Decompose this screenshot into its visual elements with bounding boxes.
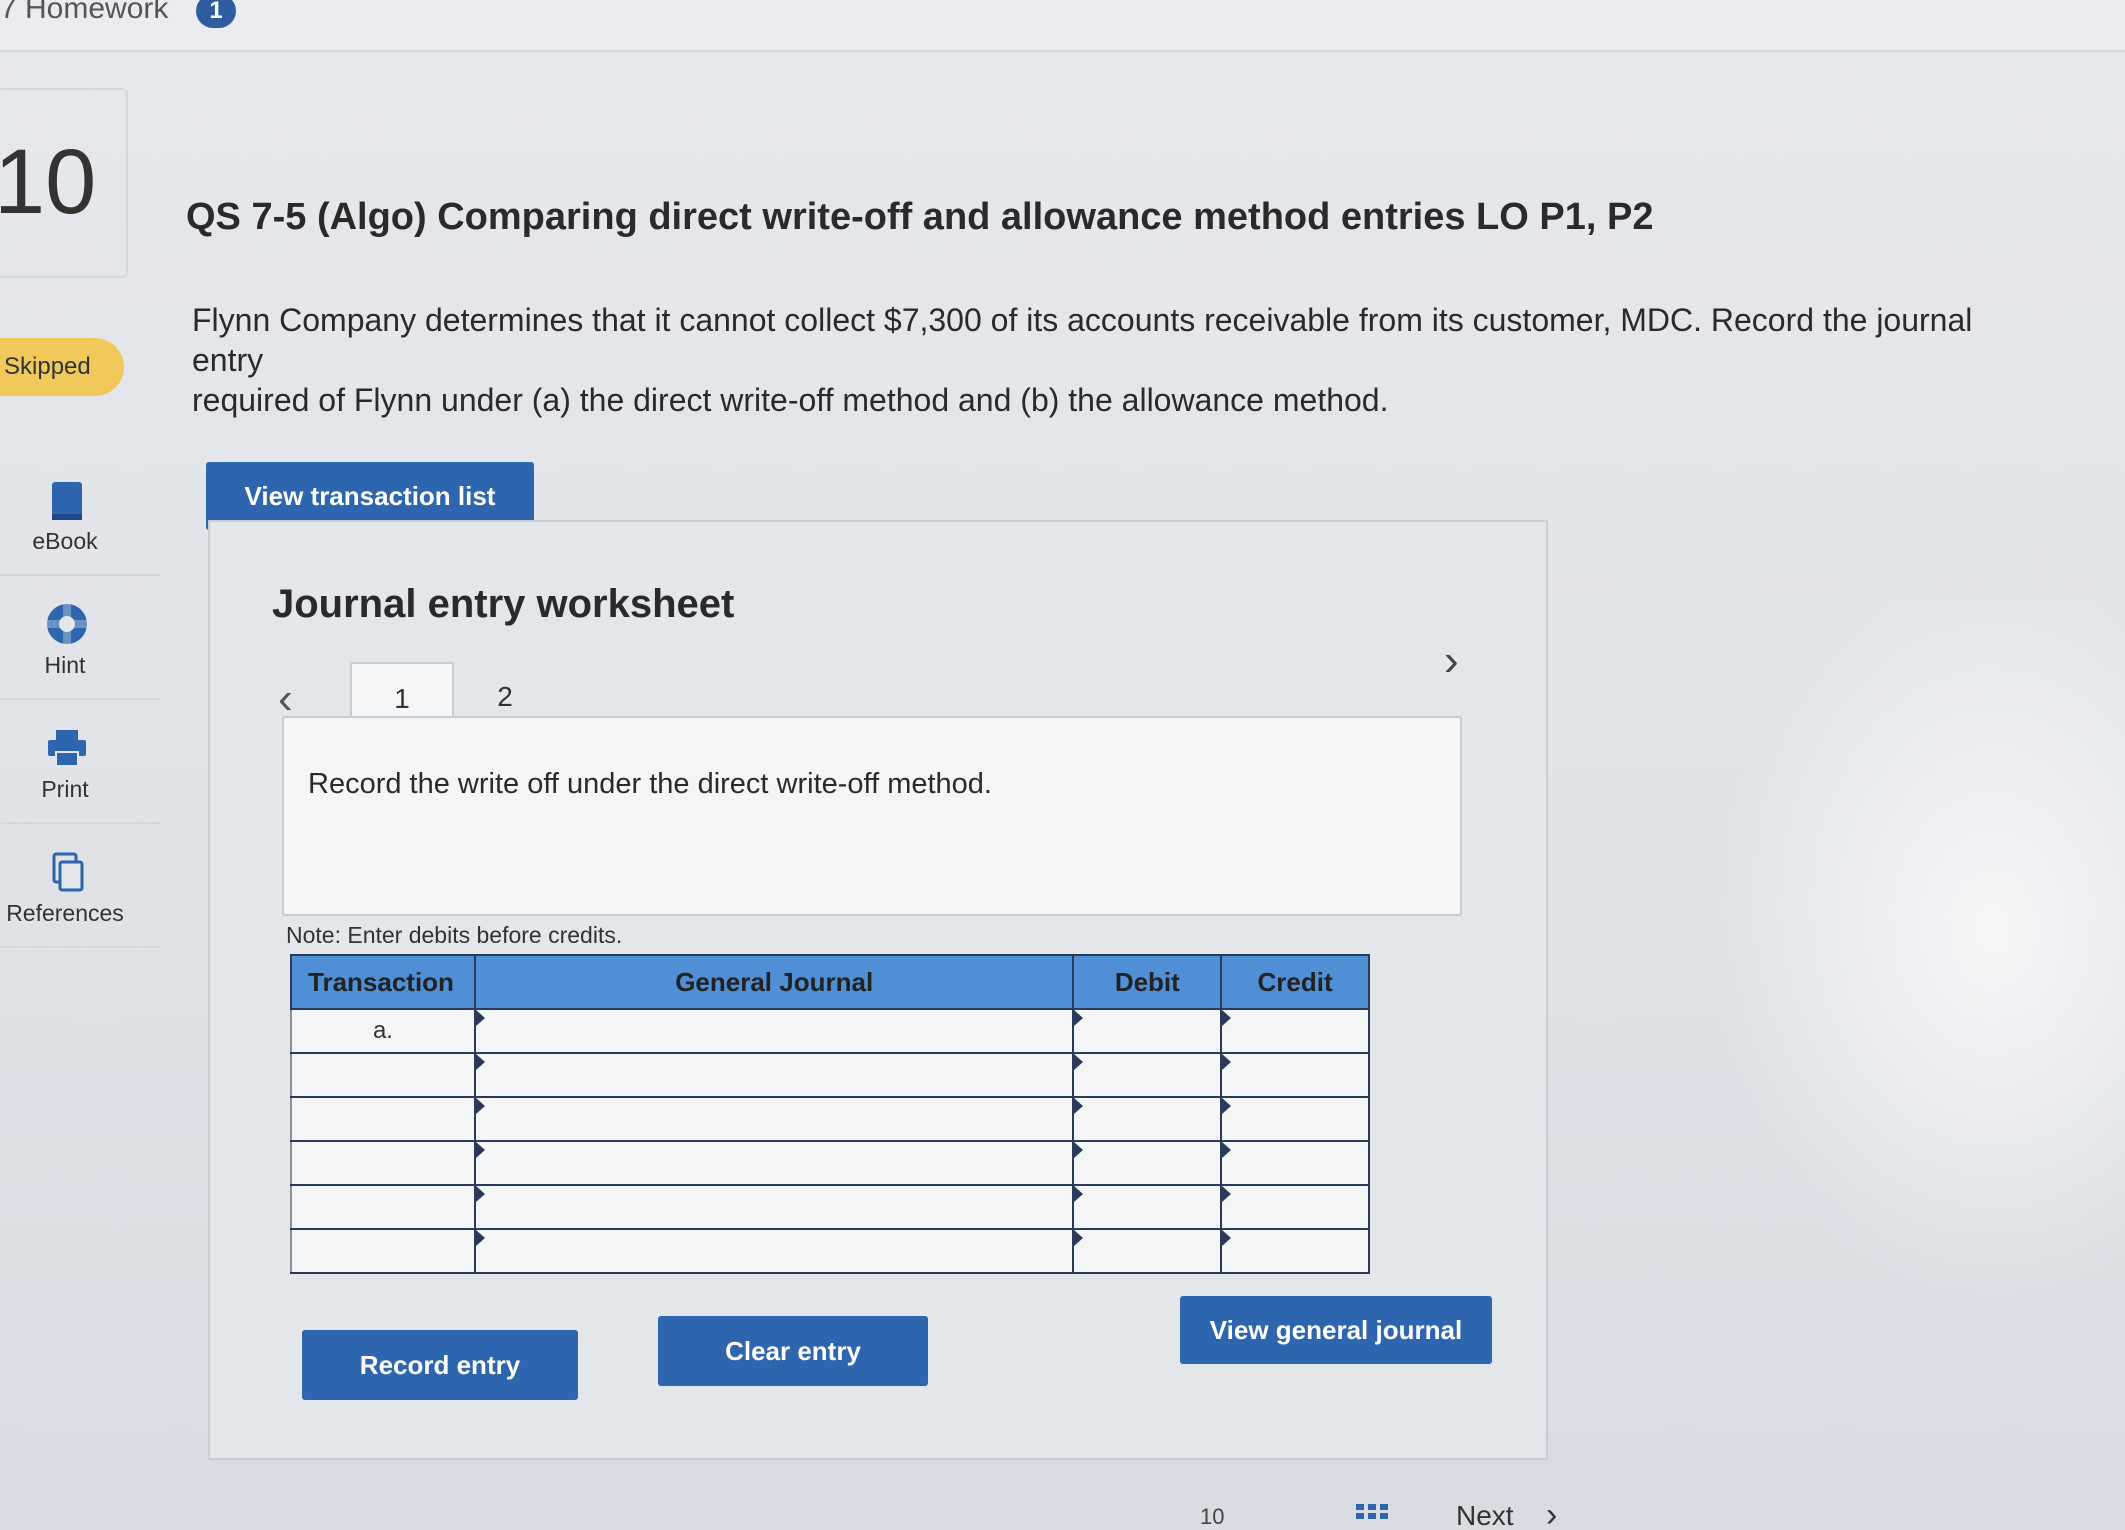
credit-cell[interactable] — [1220, 1052, 1370, 1098]
journal-table: Transaction General Journal Debit Credit… — [290, 954, 1370, 1274]
status-badge: Skipped — [0, 338, 124, 396]
debit-cell[interactable] — [1072, 1008, 1223, 1054]
credit-cell[interactable] — [1220, 1184, 1370, 1230]
grid-icon[interactable] — [1356, 1504, 1388, 1528]
lifebuoy-icon — [47, 604, 87, 644]
general-journal-cell[interactable] — [473, 1228, 1075, 1274]
question-number: 10 — [0, 131, 97, 233]
general-journal-cell[interactable] — [473, 1184, 1075, 1230]
general-journal-cell[interactable] — [473, 1052, 1075, 1098]
assignment-title[interactable]: 7 Homework — [0, 0, 168, 26]
assignment-info-badge[interactable]: 1 — [196, 0, 236, 28]
table-row — [290, 1052, 1370, 1098]
transaction-cell — [290, 1052, 476, 1098]
dropdown-marker-icon — [475, 1230, 485, 1246]
transaction-cell — [290, 1184, 476, 1230]
column-header-transaction: Transaction — [290, 954, 476, 1010]
question-body-line-2: required of Flynn under (a) the direct w… — [192, 382, 1389, 418]
chevron-right-icon[interactable]: › — [1546, 1496, 1557, 1530]
ebook-label: eBook — [32, 528, 98, 554]
question-title: QS 7-5 (Algo) Comparing direct write-off… — [186, 196, 1654, 238]
screen-glare — [1685, 600, 2125, 1340]
dropdown-marker-icon — [475, 1186, 485, 1202]
references-label: References — [6, 900, 124, 926]
debit-cell[interactable] — [1072, 1228, 1223, 1274]
table-row — [290, 1096, 1370, 1142]
input-marker-icon — [1222, 1010, 1232, 1026]
transaction-cell: a. — [290, 1008, 476, 1054]
hint-label: Hint — [44, 652, 86, 678]
input-marker-icon — [1074, 1010, 1084, 1026]
table-row — [290, 1228, 1370, 1274]
table-row — [290, 1140, 1370, 1186]
top-bar: 7 Homework 1 — [0, 0, 2125, 52]
credit-cell[interactable] — [1220, 1228, 1370, 1274]
column-header-general-journal: General Journal — [473, 954, 1075, 1010]
worksheet-title: Journal entry worksheet — [272, 582, 735, 626]
next-button[interactable]: Next — [1456, 1500, 1514, 1530]
input-marker-icon — [1222, 1186, 1232, 1202]
page-indicator[interactable]: 10 — [1200, 1504, 1224, 1530]
instruction-text: Record the write off under the direct wr… — [308, 768, 992, 800]
column-header-credit: Credit — [1220, 954, 1370, 1010]
clear-entry-button[interactable]: Clear entry — [658, 1316, 928, 1386]
input-marker-icon — [1074, 1186, 1084, 1202]
general-journal-cell[interactable] — [473, 1008, 1075, 1054]
transaction-cell — [290, 1140, 476, 1186]
credit-cell[interactable] — [1220, 1008, 1370, 1054]
input-marker-icon — [1074, 1142, 1084, 1158]
credit-cell[interactable] — [1220, 1140, 1370, 1186]
input-marker-icon — [1074, 1054, 1084, 1070]
question-body: Flynn Company determines that it cannot … — [192, 300, 2042, 420]
entry-note: Note: Enter debits before credits. — [286, 922, 623, 948]
table-row — [290, 1184, 1370, 1230]
column-header-debit: Debit — [1072, 954, 1223, 1010]
instruction-box — [282, 716, 1462, 916]
book-icon — [52, 482, 82, 520]
debit-cell[interactable] — [1072, 1096, 1223, 1142]
references-tool[interactable]: References — [0, 824, 160, 948]
dropdown-marker-icon — [475, 1010, 485, 1026]
chevron-right-icon[interactable]: › — [1444, 636, 1459, 686]
table-row: a. — [290, 1008, 1370, 1054]
input-marker-icon — [1222, 1098, 1232, 1114]
input-marker-icon — [1222, 1230, 1232, 1246]
question-body-line-1: Flynn Company determines that it cannot … — [192, 302, 1973, 378]
dropdown-marker-icon — [475, 1142, 485, 1158]
input-marker-icon — [1222, 1142, 1232, 1158]
debit-cell[interactable] — [1072, 1184, 1223, 1230]
record-entry-button[interactable]: Record entry — [302, 1330, 578, 1400]
copy-icon — [52, 852, 84, 892]
input-marker-icon — [1222, 1054, 1232, 1070]
hint-tool[interactable]: Hint — [0, 576, 160, 700]
general-journal-cell[interactable] — [473, 1140, 1075, 1186]
print-tool[interactable]: Print — [0, 700, 160, 824]
credit-cell[interactable] — [1220, 1096, 1370, 1142]
dropdown-marker-icon — [475, 1098, 485, 1114]
print-label: Print — [41, 776, 89, 802]
debit-cell[interactable] — [1072, 1052, 1223, 1098]
input-marker-icon — [1074, 1230, 1084, 1246]
input-marker-icon — [1074, 1098, 1084, 1114]
debit-cell[interactable] — [1072, 1140, 1223, 1186]
side-tools: eBook Hint Print References — [0, 452, 160, 948]
printer-icon — [48, 730, 86, 767]
general-journal-cell[interactable] — [473, 1096, 1075, 1142]
view-general-journal-button[interactable]: View general journal — [1180, 1296, 1492, 1364]
transaction-cell — [290, 1228, 476, 1274]
transaction-cell — [290, 1096, 476, 1142]
ebook-tool[interactable]: eBook — [0, 452, 160, 576]
dropdown-marker-icon — [475, 1054, 485, 1070]
